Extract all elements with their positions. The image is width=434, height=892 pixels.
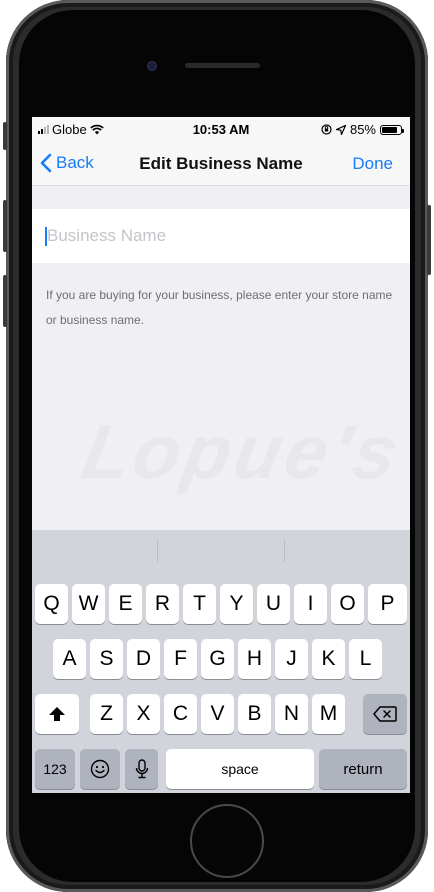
shift-key[interactable] [35,694,79,734]
key-r[interactable]: R [146,584,179,624]
predictive-bar [32,530,410,572]
suggestion-divider [284,540,285,562]
key-z[interactable]: Z [90,694,123,734]
key-w[interactable]: W [72,584,105,624]
emoji-icon [90,759,110,779]
volume-down-button [3,275,7,327]
key-p[interactable]: P [368,584,407,624]
suggestion-divider [157,540,158,562]
microphone-icon [135,759,148,779]
key-n[interactable]: N [275,694,308,734]
screen: Globe 10:53 AM 85% Back Edit Business Na… [32,117,410,793]
key-i[interactable]: I [294,584,327,624]
emoji-key[interactable] [80,749,120,789]
business-name-input[interactable] [45,217,399,255]
battery-percent: 85% [349,122,376,137]
numbers-key[interactable]: 123 [35,749,75,789]
key-g[interactable]: G [201,639,234,679]
brand-watermark: Lopue's [76,410,408,495]
shift-arrow-icon [49,707,65,721]
key-v[interactable]: V [201,694,234,734]
front-camera [147,61,157,71]
helper-text: If you are buying for your business, ple… [46,288,393,327]
key-h[interactable]: H [238,639,271,679]
key-u[interactable]: U [257,584,290,624]
key-m[interactable]: M [312,694,345,734]
key-o[interactable]: O [331,584,364,624]
volume-up-button [3,200,7,252]
dictation-key[interactable] [125,749,158,789]
key-k[interactable]: K [312,639,345,679]
key-l[interactable]: L [349,639,382,679]
home-button[interactable] [190,804,264,878]
delete-key[interactable] [363,694,407,734]
key-y[interactable]: Y [220,584,253,624]
key-x[interactable]: X [127,694,160,734]
key-c[interactable]: C [164,694,197,734]
return-key[interactable]: return [319,749,407,789]
text-cursor [45,227,47,246]
key-t[interactable]: T [183,584,216,624]
location-icon [335,124,346,135]
navigation-bar: Back Edit Business Name Done [32,141,410,186]
key-d[interactable]: D [127,639,160,679]
key-s[interactable]: S [90,639,123,679]
key-b[interactable]: B [238,694,271,734]
keyboard: Q W E R T Y U I O P A S D F G H J K L Z … [32,530,410,793]
key-f[interactable]: F [164,639,197,679]
mute-switch [3,122,7,150]
earpiece-speaker [185,63,260,68]
key-j[interactable]: J [275,639,308,679]
backspace-icon [373,706,397,722]
status-right-group: 85% [321,122,404,137]
done-button[interactable]: Done [352,154,393,174]
key-q[interactable]: Q [35,584,68,624]
status-bar: Globe 10:53 AM 85% [32,117,410,141]
power-button [427,205,431,275]
space-key[interactable]: space [166,749,314,789]
business-name-row [32,209,410,263]
orientation-lock-icon [321,124,332,135]
key-a[interactable]: A [53,639,86,679]
battery-icon [380,124,404,135]
key-e[interactable]: E [109,584,142,624]
